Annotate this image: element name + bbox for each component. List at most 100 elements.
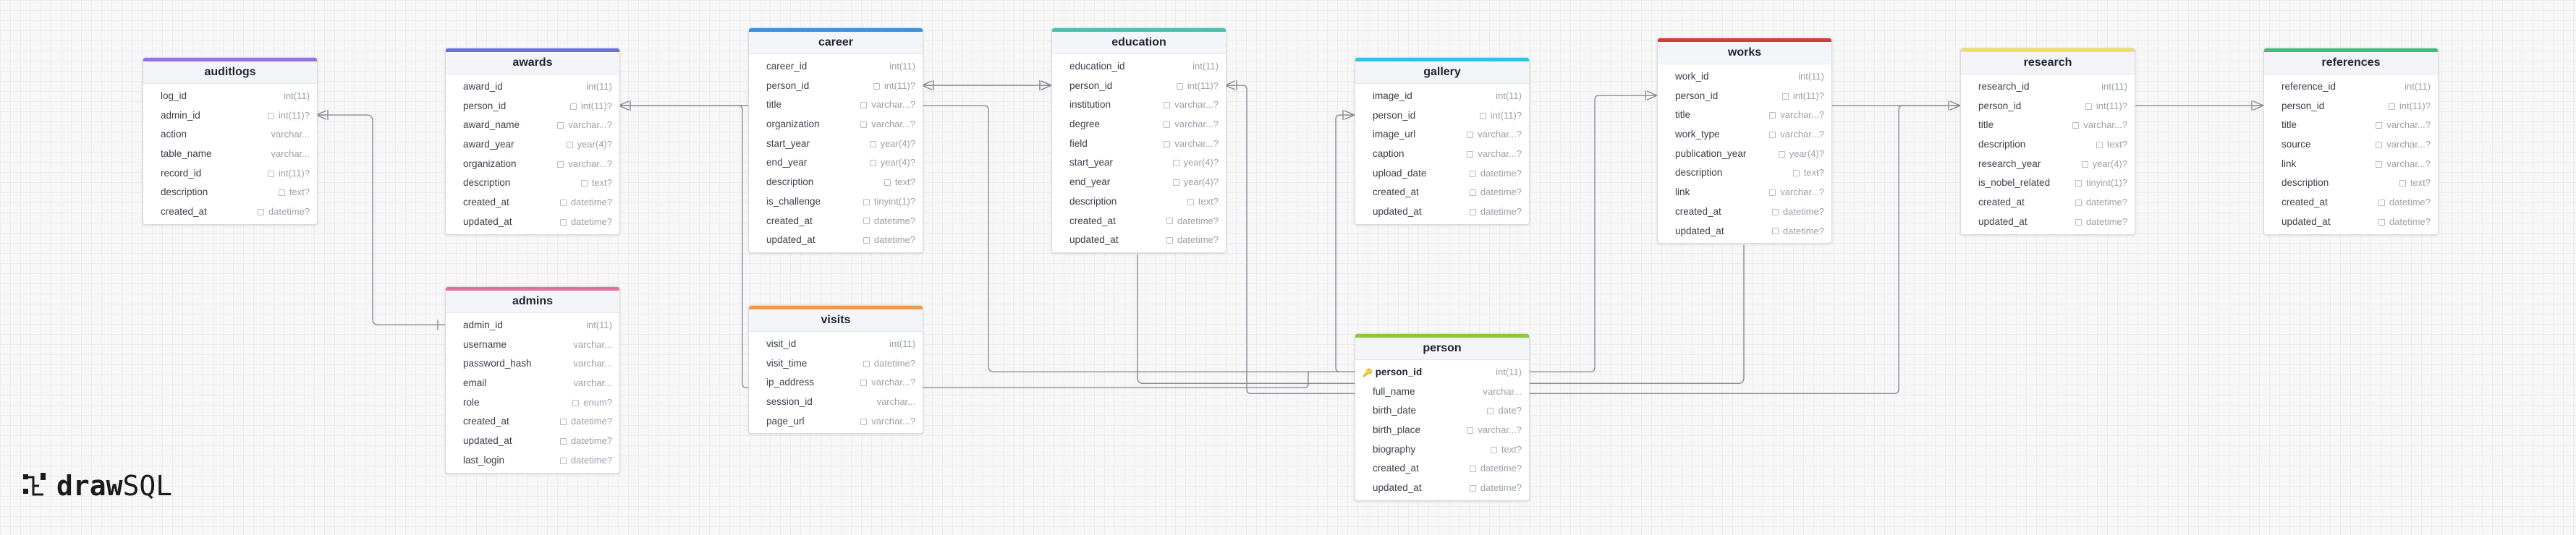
column-row[interactable]: password_hash varchar... <box>446 354 619 374</box>
table-works[interactable]: works work_id int(11) person_id int(11)? titl… <box>1657 38 1832 244</box>
table-title[interactable]: admins <box>446 291 619 313</box>
column-row[interactable]: username varchar... <box>446 335 619 355</box>
column-row[interactable]: description text? <box>143 183 317 202</box>
column-row[interactable]: created_at datetime? <box>749 212 923 231</box>
column-row[interactable]: image_id int(11) <box>1355 87 1529 106</box>
column-row[interactable]: updated_at datetime? <box>2264 213 2438 232</box>
table-title[interactable]: auditlogs <box>143 61 317 84</box>
column-row[interactable]: session_id varchar... <box>749 393 923 412</box>
column-row[interactable]: person_id int(11)? <box>1052 77 1226 96</box>
relation-awards-person[interactable] <box>619 105 1355 389</box>
table-career[interactable]: career career_id int(11) person_id int(11)? t… <box>748 27 923 253</box>
column-row[interactable]: description text? <box>1658 163 1831 183</box>
column-row[interactable]: link varchar...? <box>1658 183 1831 202</box>
column-row[interactable]: record_id int(11)? <box>143 164 317 184</box>
table-title[interactable]: career <box>749 32 923 54</box>
table-person[interactable]: person 🔑 person_id int(11) full_name varchar.… <box>1355 333 1530 501</box>
column-row[interactable]: start_year year(4)? <box>749 134 923 154</box>
table-admins[interactable]: admins admin_id int(11) username varchar... p… <box>445 286 620 474</box>
column-row[interactable]: work_id int(11) <box>1658 67 1831 87</box>
table-awards[interactable]: awards award_id int(11) person_id int(11)? aw… <box>445 48 620 235</box>
column-row[interactable]: institution varchar...? <box>1052 95 1226 115</box>
column-row[interactable]: description text? <box>749 173 923 192</box>
column-row[interactable]: person_id int(11)? <box>2264 97 2438 116</box>
column-row[interactable]: research_year year(4)? <box>1961 155 2135 174</box>
column-row[interactable]: updated_at datetime? <box>1658 222 1831 241</box>
column-row[interactable]: action varchar... <box>143 125 317 145</box>
column-row[interactable]: end_year year(4)? <box>749 153 923 173</box>
column-row[interactable]: created_at datetime? <box>1355 459 1529 479</box>
column-row[interactable]: is_challenge tinyint(1)? <box>749 192 923 212</box>
column-row[interactable]: description text? <box>1961 135 2135 155</box>
column-row[interactable]: organization varchar...? <box>446 155 619 174</box>
column-row[interactable]: created_at datetime? <box>1658 202 1831 222</box>
table-title[interactable]: awards <box>446 52 619 74</box>
column-row[interactable]: updated_at datetime? <box>749 231 923 250</box>
relation-works-bottom[interactable] <box>1528 244 1745 385</box>
column-row[interactable]: award_name varchar...? <box>446 116 619 135</box>
relation-works-person[interactable] <box>1528 95 1657 373</box>
relation-education-right[interactable] <box>1225 85 1355 395</box>
table-title[interactable]: references <box>2264 52 2438 74</box>
table-title[interactable]: visits <box>749 309 923 332</box>
column-row[interactable]: created_at datetime? <box>1052 212 1226 231</box>
table-references[interactable]: references reference_id int(11) person_id in… <box>2263 48 2439 235</box>
column-row[interactable]: work_type varchar...? <box>1658 125 1831 145</box>
column-row[interactable]: person_id int(11)? <box>1961 97 2135 116</box>
column-row[interactable]: field varchar...? <box>1052 134 1226 154</box>
table-title[interactable]: gallery <box>1355 61 1529 84</box>
column-row[interactable]: updated_at datetime? <box>1052 231 1226 250</box>
column-row[interactable]: research_id int(11) <box>1961 77 2135 97</box>
column-row[interactable]: updated_at datetime? <box>1355 202 1529 222</box>
column-row[interactable]: visit_time datetime? <box>749 354 923 374</box>
column-row[interactable]: award_year year(4)? <box>446 135 619 155</box>
column-row[interactable]: image_url varchar...? <box>1355 125 1529 145</box>
column-row[interactable]: source varchar...? <box>2264 135 2438 155</box>
column-row[interactable]: end_year year(4)? <box>1052 173 1226 192</box>
column-row[interactable]: created_at datetime? <box>143 202 317 222</box>
column-row[interactable]: created_at datetime? <box>446 193 619 213</box>
table-gallery[interactable]: gallery image_id int(11) person_id int(11)? i… <box>1355 57 1530 225</box>
column-row[interactable]: created_at datetime? <box>2264 193 2438 213</box>
column-row[interactable]: updated_at datetime? <box>446 213 619 232</box>
table-title[interactable]: person <box>1355 338 1529 360</box>
diagram-canvas[interactable]: auditlogs log_id int(11) admin_id int(11)? ac… <box>0 0 2576 535</box>
column-row[interactable]: reference_id int(11) <box>2264 77 2438 97</box>
column-row[interactable]: role enum? <box>446 393 619 413</box>
table-auditlogs[interactable]: auditlogs log_id int(11) admin_id int(11)? ac… <box>143 57 318 225</box>
column-row[interactable]: education_id int(11) <box>1052 57 1226 77</box>
column-row[interactable]: log_id int(11) <box>143 87 317 106</box>
column-row[interactable]: biography text? <box>1355 440 1529 460</box>
column-row[interactable]: birth_date date? <box>1355 401 1529 421</box>
column-row[interactable]: description text? <box>2264 174 2438 193</box>
column-row[interactable]: page_url varchar...? <box>749 412 923 432</box>
column-row[interactable]: is_nobel_related tinyint(1)? <box>1961 174 2135 193</box>
table-title[interactable]: research <box>1961 52 2135 74</box>
column-row[interactable]: updated_at datetime? <box>1961 213 2135 232</box>
column-row[interactable]: created_at datetime? <box>1355 183 1529 202</box>
column-row[interactable]: award_id int(11) <box>446 77 619 97</box>
column-row[interactable]: person_id int(11)? <box>1355 106 1529 126</box>
column-row[interactable]: table_name varchar... <box>143 145 317 164</box>
column-row[interactable]: start_year year(4)? <box>1052 153 1226 173</box>
column-row[interactable]: full_name varchar... <box>1355 382 1529 402</box>
column-row[interactable]: updated_at datetime? <box>1355 479 1529 498</box>
column-row[interactable]: visit_id int(11) <box>749 335 923 354</box>
table-title[interactable]: works <box>1658 42 1831 64</box>
column-row[interactable]: person_id int(11)? <box>749 77 923 96</box>
column-row[interactable]: career_id int(11) <box>749 57 923 77</box>
column-row[interactable]: 🔑 person_id int(11) <box>1355 363 1529 382</box>
column-row[interactable]: email varchar... <box>446 374 619 393</box>
column-row[interactable]: birth_place varchar...? <box>1355 421 1529 440</box>
column-row[interactable]: admin_id int(11) <box>446 316 619 335</box>
column-row[interactable]: publication_year year(4)? <box>1658 145 1831 164</box>
table-visits[interactable]: visits visit_id int(11) visit_time datetime?… <box>748 305 923 435</box>
column-row[interactable]: admin_id int(11)? <box>143 106 317 126</box>
column-row[interactable]: created_at datetime? <box>1961 193 2135 213</box>
column-row[interactable]: ip_address varchar...? <box>749 373 923 393</box>
column-row[interactable]: degree varchar...? <box>1052 115 1226 134</box>
table-research[interactable]: research research_id int(11) person_id int(1… <box>1960 48 2135 235</box>
column-row[interactable]: upload_date datetime? <box>1355 164 1529 184</box>
relation-education-person[interactable] <box>1137 254 1355 385</box>
column-row[interactable]: organization varchar...? <box>749 115 923 134</box>
